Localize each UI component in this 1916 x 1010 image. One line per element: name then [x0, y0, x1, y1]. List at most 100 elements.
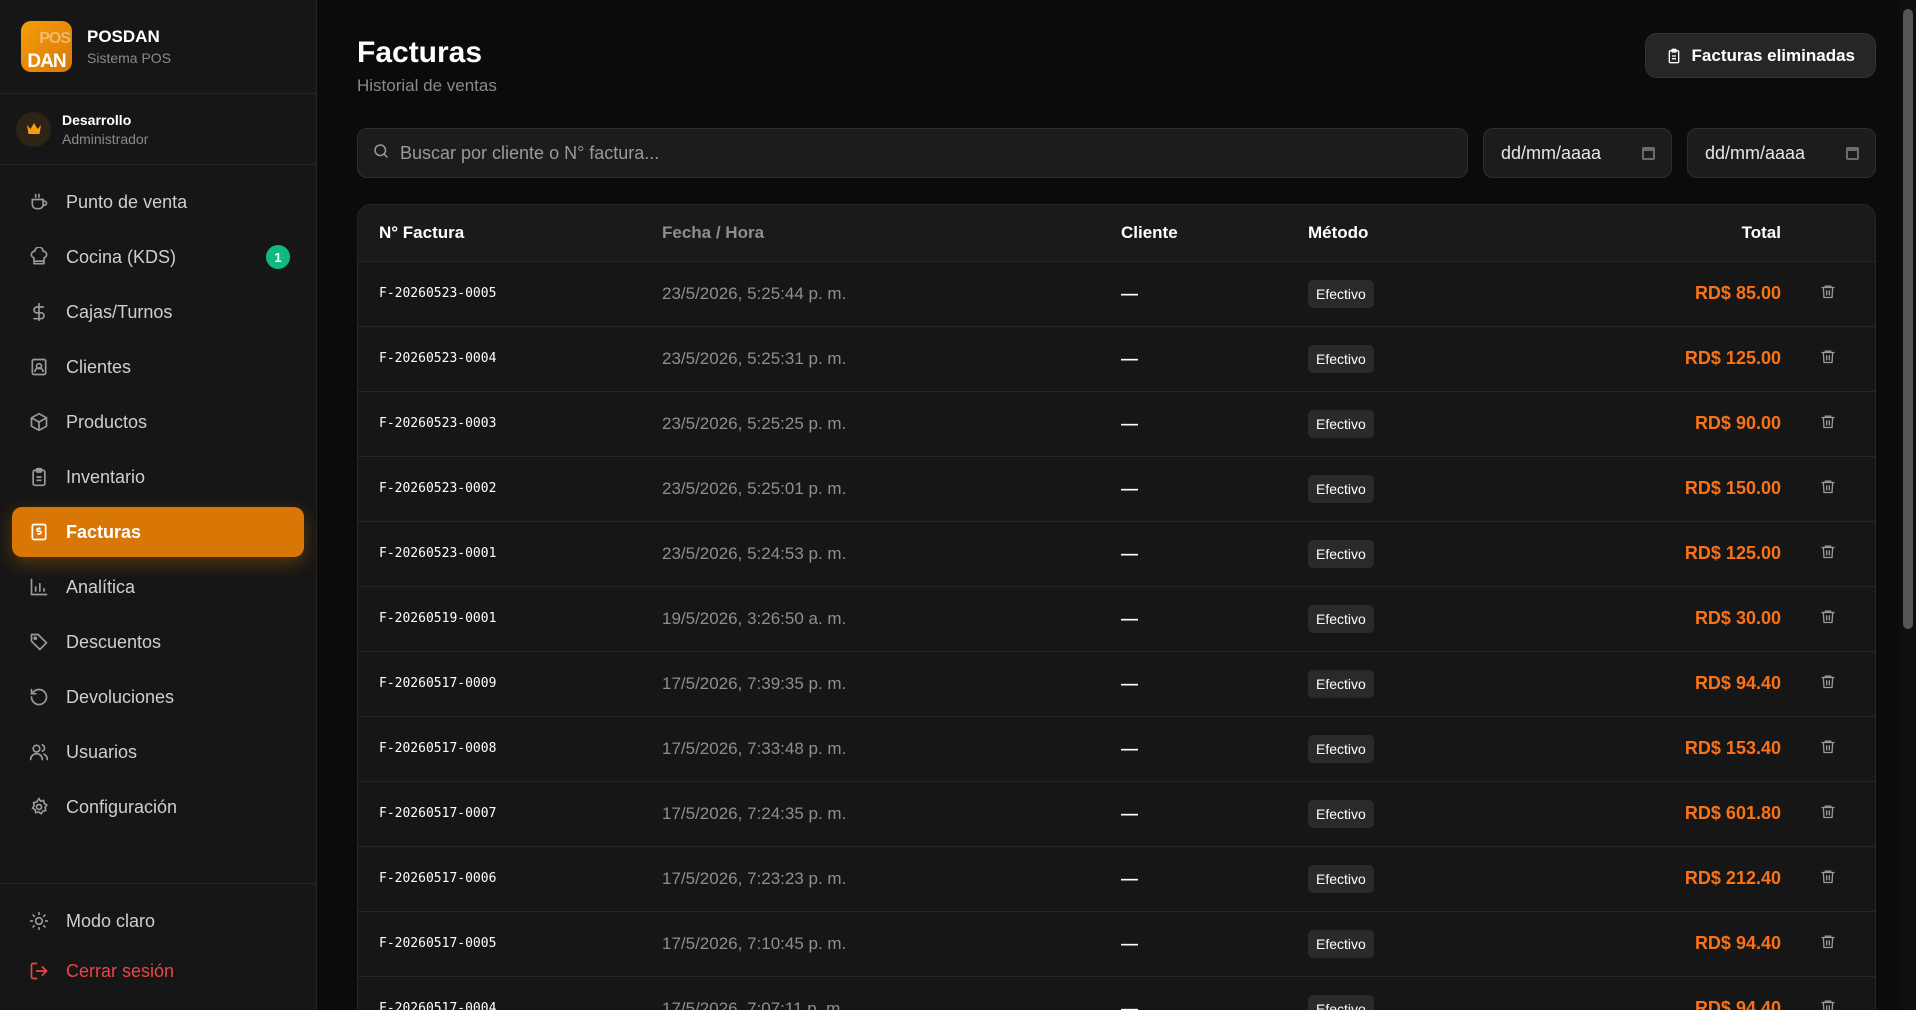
logout-button[interactable]: Cerrar sesión [12, 946, 304, 996]
sidebar-item-clientes[interactable]: Clientes [12, 342, 304, 392]
trash-icon[interactable] [1820, 413, 1836, 430]
sidebar-item-inventario[interactable]: Inventario [12, 452, 304, 502]
trash-icon[interactable] [1820, 478, 1836, 495]
invoice-client: — [1121, 543, 1138, 563]
invoice-actions [1781, 391, 1875, 456]
invoice-number: F-20260523-0004 [379, 351, 497, 366]
search-input[interactable] [400, 142, 1467, 164]
sidebar-item-label: Productos [66, 411, 148, 432]
payment-method-badge: Efectivo [1308, 929, 1374, 958]
sidebar-item-label: Usuarios [66, 741, 138, 762]
payment-method-badge: Efectivo [1308, 994, 1374, 1010]
trash-icon[interactable] [1820, 933, 1836, 950]
sidebar-item-analitica[interactable]: Analítica [12, 562, 304, 612]
table-row[interactable]: F-20260517-0007 17/5/2026, 7:24:35 p. m. —… [358, 781, 1875, 846]
invoice-client: — [1121, 478, 1138, 498]
invoice-date: 23/5/2026, 5:25:01 p. m. [662, 478, 847, 498]
trash-icon[interactable] [1820, 738, 1836, 755]
trash-icon[interactable] [1820, 673, 1836, 690]
trash-icon[interactable] [1820, 868, 1836, 885]
sidebar-item-punto-de-venta[interactable]: Punto de venta [12, 177, 304, 227]
column-header-number[interactable]: N° Factura [358, 205, 662, 261]
sidebar-nav: Punto de venta Cocina (KDS) 1 Cajas/Turn… [0, 165, 316, 832]
trash-icon[interactable] [1820, 348, 1836, 365]
invoice-number: F-20260517-0007 [379, 806, 497, 821]
sidebar-item-productos[interactable]: Productos [12, 397, 304, 447]
trash-icon[interactable] [1820, 608, 1836, 625]
table-row[interactable]: F-20260517-0005 17/5/2026, 7:10:45 p. m. —… [358, 911, 1875, 976]
invoice-method-cell: Efectivo [1308, 781, 1494, 846]
column-header-method[interactable]: Método [1308, 205, 1494, 261]
sidebar-item-configuracion[interactable]: Configuración [12, 782, 304, 832]
date-to-field[interactable]: dd/mm/aaaa [1687, 128, 1876, 178]
table-row[interactable]: F-20260517-0009 17/5/2026, 7:39:35 p. m. —… [358, 651, 1875, 716]
calendar-icon[interactable] [1846, 146, 1859, 160]
payment-method-badge: Efectivo [1308, 604, 1374, 633]
table-row[interactable]: F-20260517-0008 17/5/2026, 7:33:48 p. m. —… [358, 716, 1875, 781]
invoice-client: — [1121, 608, 1138, 628]
gear-icon [28, 796, 50, 818]
invoice-date: 17/5/2026, 7:10:45 p. m. [662, 933, 847, 953]
page-subtitle: Historial de ventas [357, 76, 497, 95]
table-row[interactable]: F-20260517-0006 17/5/2026, 7:23:23 p. m. —… [358, 846, 1875, 911]
table-row[interactable]: F-20260523-0003 23/5/2026, 5:25:25 p. m. —… [358, 391, 1875, 456]
invoice-total: RD$ 94.40 [1694, 673, 1781, 693]
logout-icon [28, 960, 50, 982]
table-row[interactable]: F-20260523-0002 23/5/2026, 5:25:01 p. m. —… [358, 456, 1875, 521]
column-header-date[interactable]: Fecha / Hora [662, 205, 1121, 261]
sidebar-item-label: Analítica [66, 576, 136, 597]
contact-card-icon [28, 356, 50, 378]
chef-hat-icon [28, 246, 50, 268]
invoice-actions [1781, 586, 1875, 651]
date-from-field[interactable]: dd/mm/aaaa [1483, 128, 1672, 178]
sidebar-footer: Modo claro Cerrar sesión [0, 883, 316, 1010]
calendar-icon[interactable] [1642, 146, 1655, 160]
brand-logo: POS DAN [21, 21, 72, 72]
sun-icon [28, 910, 50, 932]
invoice-total: RD$ 30.00 [1694, 608, 1781, 628]
bar-chart-icon [28, 576, 50, 598]
clipboard-icon [1666, 47, 1682, 65]
invoice-actions [1781, 846, 1875, 911]
sidebar-item-usuarios[interactable]: Usuarios [12, 727, 304, 777]
sidebar-item-devoluciones[interactable]: Devoluciones [12, 672, 304, 722]
invoice-total: RD$ 125.00 [1684, 543, 1781, 563]
deleted-invoices-button[interactable]: Facturas eliminadas [1644, 33, 1876, 78]
invoice-number: F-20260523-0001 [379, 546, 497, 561]
tag-icon [28, 631, 50, 653]
sidebar-item-label: Configuración [66, 796, 178, 817]
table-row[interactable]: F-20260523-0001 23/5/2026, 5:24:53 p. m. —… [358, 521, 1875, 586]
scrollbar-thumb[interactable] [1903, 9, 1913, 629]
column-header-total[interactable]: Total [1494, 205, 1781, 261]
page-title: Facturas [357, 36, 483, 69]
invoice-method-cell: Efectivo [1308, 326, 1494, 391]
column-header-client[interactable]: Cliente [1121, 205, 1308, 261]
table-body: F-20260523-0005 23/5/2026, 5:25:44 p. m. —… [358, 261, 1875, 1010]
invoice-actions [1781, 781, 1875, 846]
table-row[interactable]: F-20260517-0004 17/5/2026, 7:07:11 p. m. —… [358, 976, 1875, 1010]
trash-icon[interactable] [1820, 283, 1836, 300]
app-root: POS DAN POSDAN Sistema POS Desarrollo Ad… [0, 0, 1916, 1010]
trash-icon[interactable] [1820, 803, 1836, 820]
sidebar-item-facturas[interactable]: Facturas [12, 507, 304, 557]
scrollbar[interactable] [1900, 0, 1916, 1010]
theme-toggle-button[interactable]: Modo claro [12, 896, 304, 946]
invoice-number: F-20260517-0004 [379, 1001, 497, 1010]
payment-method-badge: Efectivo [1308, 734, 1374, 763]
invoice-client: — [1121, 413, 1138, 433]
sidebar-item-cocina[interactable]: Cocina (KDS) 1 [12, 232, 304, 282]
invoice-date: 19/5/2026, 3:26:50 a. m. [662, 608, 847, 628]
table-row[interactable]: F-20260523-0004 23/5/2026, 5:25:31 p. m. —… [358, 326, 1875, 391]
table-row[interactable]: F-20260519-0001 19/5/2026, 3:26:50 a. m. —… [358, 586, 1875, 651]
invoice-client: — [1121, 673, 1138, 693]
table-row[interactable]: F-20260523-0005 23/5/2026, 5:25:44 p. m. —… [358, 261, 1875, 326]
main-content: Facturas Historial de ventas Facturas el… [317, 0, 1916, 1010]
trash-icon[interactable] [1820, 543, 1836, 560]
sidebar-item-cajas-turnos[interactable]: Cajas/Turnos [12, 287, 304, 337]
invoices-table: N° Factura Fecha / Hora Cliente Método T… [357, 204, 1876, 1010]
invoice-number: F-20260517-0005 [379, 936, 497, 951]
trash-icon[interactable] [1820, 998, 1836, 1010]
invoice-method-cell: Efectivo [1308, 716, 1494, 781]
sidebar-item-descuentos[interactable]: Descuentos [12, 617, 304, 667]
page-header: Facturas Historial de ventas Facturas el… [357, 0, 1876, 112]
